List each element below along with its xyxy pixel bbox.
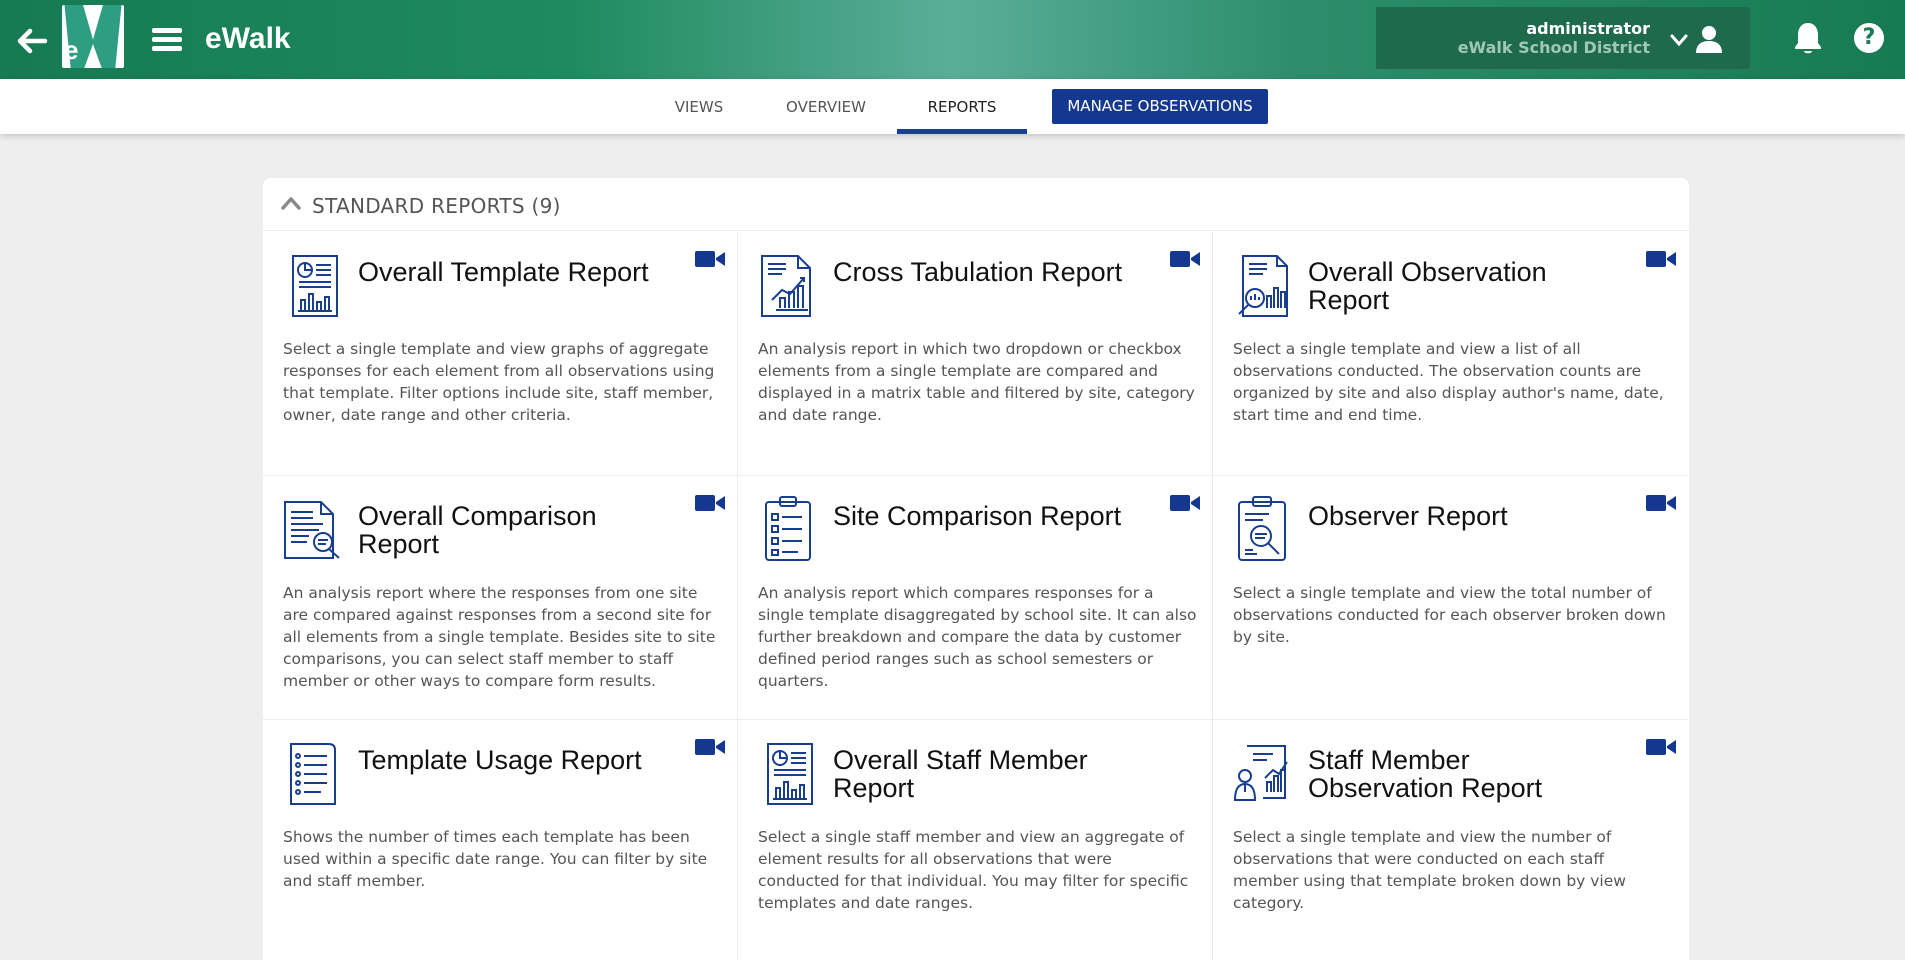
report-card-cross-tabulation[interactable]: Cross Tabulation Report An analysis repo… — [738, 232, 1213, 476]
report-description: Select a single template and view graphs… — [283, 340, 715, 424]
report-description: Select a single staff member and view an… — [758, 828, 1189, 912]
report-card-overall-template[interactable]: Overall Template Report Select a single … — [263, 232, 738, 476]
report-card-overall-staff-member[interactable]: Overall Staff Member Report Select a sin… — [738, 720, 1213, 960]
report-description: Shows the number of times each template … — [283, 828, 708, 890]
chevron-up-icon[interactable] — [280, 196, 302, 210]
cross-tabulation-icon — [761, 255, 811, 317]
navigation-tabs: VIEWS OVERVIEW REPORTS MANAGE OBSERVATIO… — [0, 79, 1905, 134]
report-card-staff-member-observation[interactable]: Staff Member Observation Report Select a… — [1213, 720, 1688, 960]
video-camera-icon[interactable] — [1170, 249, 1200, 269]
user-menu[interactable]: administrator eWalk School District — [1376, 7, 1750, 69]
staff-report-icon — [767, 743, 813, 805]
report-title: Overall Staff Member Report — [833, 745, 1088, 803]
report-title: Overall Template Report — [358, 257, 649, 287]
tab-overview[interactable]: OVERVIEW — [776, 79, 876, 134]
report-title: Template Usage Report — [358, 745, 642, 775]
report-description: Select a single template and view the to… — [1233, 584, 1666, 646]
help-icon[interactable]: ? — [1854, 23, 1884, 53]
report-description: An analysis report where the responses f… — [283, 584, 716, 690]
report-title: Site Comparison Report — [833, 501, 1122, 531]
top-header: e eWalk administrator eWalk School Distr… — [0, 0, 1905, 79]
hamburger-menu-icon[interactable] — [152, 28, 182, 56]
report-title: Observer Report — [1308, 501, 1508, 531]
report-card-site-comparison[interactable]: Site Comparison Report An analysis repor… — [738, 476, 1213, 720]
clipboard-magnifier-icon — [1238, 496, 1286, 561]
comparison-magnifier-icon — [284, 501, 340, 559]
report-description: An analysis report in which two dropdown… — [758, 340, 1195, 424]
chevron-down-icon — [1670, 34, 1688, 47]
tab-views[interactable]: VIEWS — [660, 79, 738, 134]
user-avatar-icon — [1696, 26, 1722, 53]
report-description: Select a single template and view the nu… — [1233, 828, 1626, 912]
app-logo[interactable]: e — [62, 5, 124, 68]
video-camera-icon[interactable] — [1646, 249, 1676, 269]
video-camera-icon[interactable] — [695, 737, 725, 757]
report-description: An analysis report which compares respon… — [758, 584, 1197, 690]
app-title: eWalk — [205, 22, 291, 55]
staff-observation-icon — [1233, 745, 1288, 801]
notification-bell-icon[interactable] — [1792, 20, 1824, 56]
observation-magnifier-icon — [1238, 255, 1288, 317]
report-title: Overall Observation Report — [1308, 257, 1547, 315]
standard-reports-panel: STANDARD REPORTS (9) Overall Template Re… — [263, 178, 1689, 960]
back-arrow-icon[interactable] — [14, 24, 48, 58]
report-chart-icon — [292, 255, 338, 317]
video-camera-icon[interactable] — [1646, 737, 1676, 757]
user-name: administrator — [1526, 19, 1650, 38]
tab-reports[interactable]: REPORTS — [897, 79, 1027, 134]
clipboard-checklist-icon — [765, 496, 811, 561]
section-title: STANDARD REPORTS (9) — [312, 194, 561, 218]
list-document-icon — [290, 743, 336, 805]
report-title: Staff Member Observation Report — [1308, 745, 1543, 803]
video-camera-icon[interactable] — [1170, 493, 1200, 513]
report-title: Cross Tabulation Report — [833, 257, 1123, 287]
video-camera-icon[interactable] — [1646, 493, 1676, 513]
report-description: Select a single template and view a list… — [1233, 340, 1664, 424]
panel-header[interactable]: STANDARD REPORTS (9) — [263, 178, 1689, 231]
report-title: Overall Comparison Report — [358, 501, 597, 559]
manage-observations-button[interactable]: MANAGE OBSERVATIONS — [1052, 89, 1268, 124]
report-card-template-usage[interactable]: Template Usage Report Shows the number o… — [263, 720, 738, 960]
video-camera-icon[interactable] — [695, 493, 725, 513]
user-organization: eWalk School District — [1457, 38, 1650, 57]
logo-e-letter: e — [64, 35, 79, 65]
report-card-overall-comparison[interactable]: Overall Comparison Report An analysis re… — [263, 476, 738, 720]
report-card-overall-observation[interactable]: Overall Observation Report Select a sing… — [1213, 232, 1688, 476]
report-card-observer[interactable]: Observer Report Select a single template… — [1213, 476, 1688, 720]
video-camera-icon[interactable] — [695, 249, 725, 269]
